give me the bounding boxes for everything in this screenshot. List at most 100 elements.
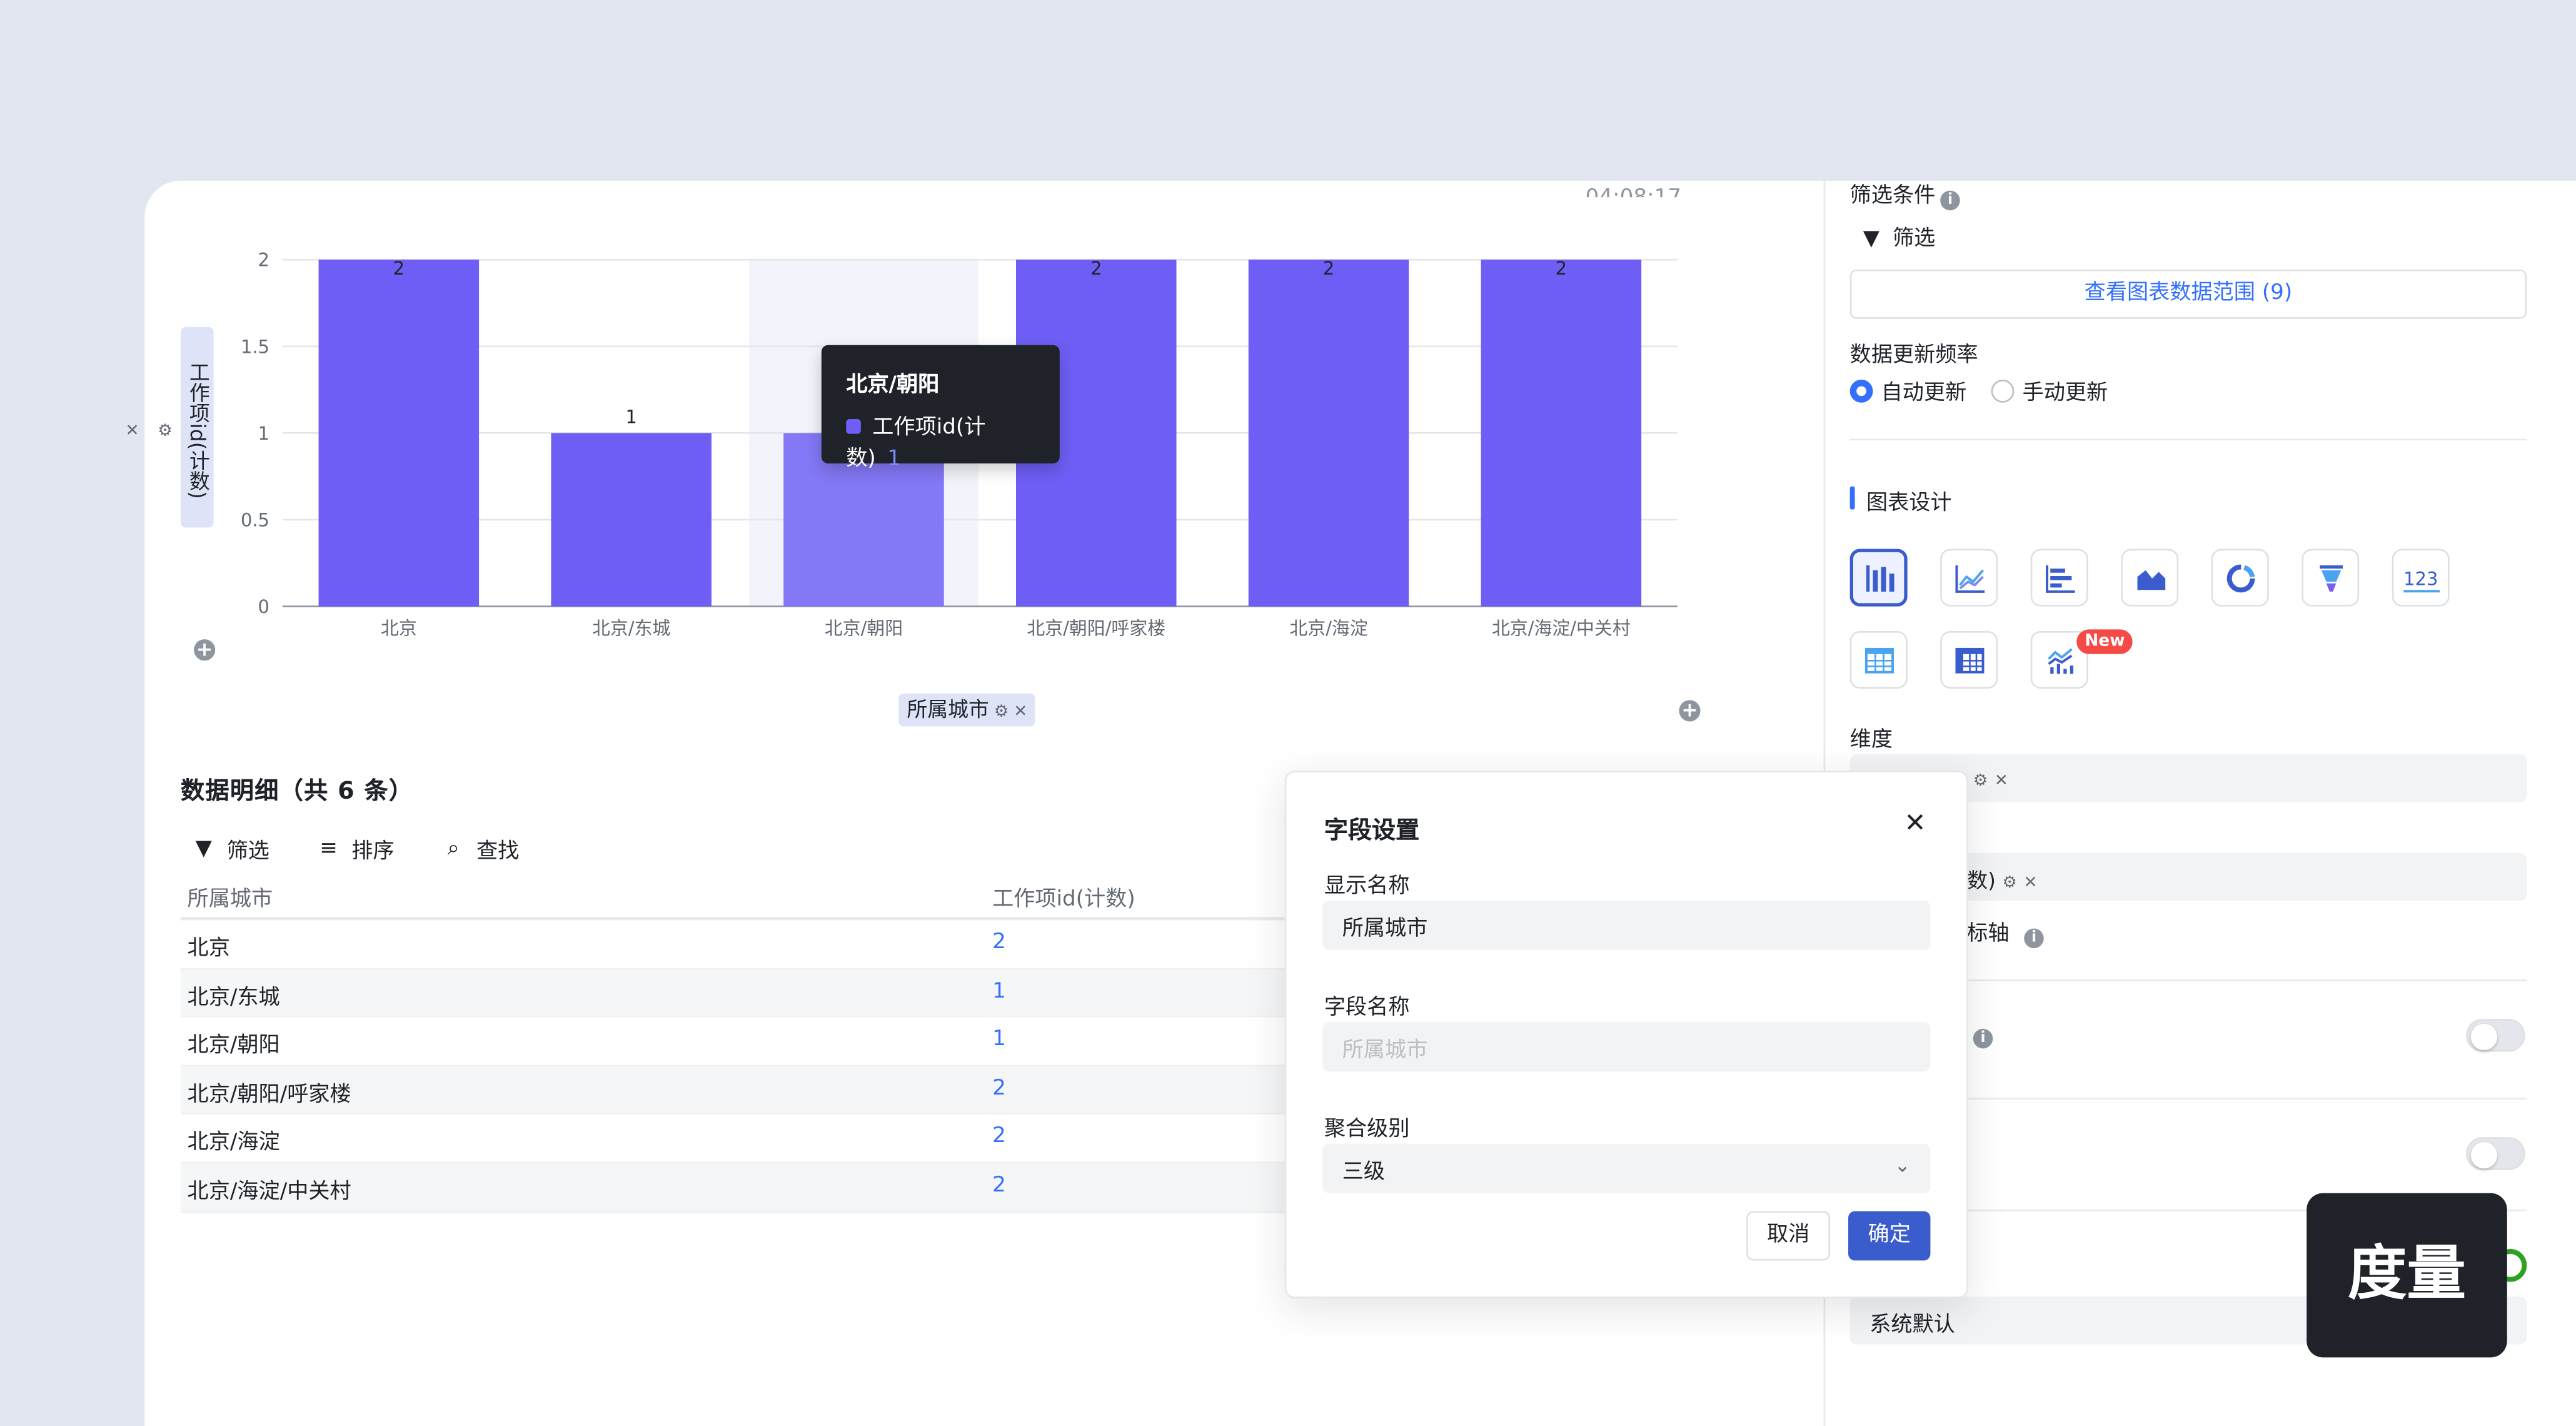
x-axis-field-chip[interactable]: 所属城市 ⚙ ✕ (898, 693, 1036, 727)
cell-count[interactable]: 2 (992, 930, 1006, 954)
gear-icon[interactable]: ⚙ (148, 333, 181, 527)
gear-icon[interactable]: ⚙ (994, 704, 1009, 722)
design-label: 图表设计 (1866, 491, 1952, 517)
x-axis-field-label: 所属城市 (907, 697, 989, 722)
gear-icon[interactable]: ⚙ (2002, 874, 2017, 893)
table-type-icon[interactable] (1849, 630, 1908, 689)
table-row[interactable]: 北京/朝阳 1 (181, 1018, 1315, 1066)
view-data-range-button[interactable]: 查看图表数据范围 (9) (1849, 269, 2527, 319)
info-icon[interactable]: i (2024, 928, 2044, 949)
cell-count[interactable]: 2 (992, 1125, 1006, 1149)
number-card-type-icon[interactable]: 123 (2392, 549, 2450, 607)
field-name-input[interactable]: 所属城市 (1322, 1022, 1931, 1072)
area-chart-type-icon[interactable] (2121, 549, 2179, 607)
filter-section-label: 筛选条件 (1849, 184, 1936, 209)
confirm-button[interactable]: 确定 (1848, 1211, 1931, 1261)
refresh-auto-label: 自动更新 (1881, 381, 1967, 407)
filter-label: 筛选 (226, 839, 269, 865)
column-header[interactable]: 所属城市 (188, 881, 273, 912)
refresh-auto-option[interactable]: 自动更新 (1849, 375, 1967, 407)
series-swatch (846, 419, 861, 434)
aggregation-select[interactable]: 三级 ⌄ (1322, 1143, 1931, 1193)
tooltip-series: 工作项id(计数) (846, 415, 986, 472)
find-label: 查找 (476, 839, 520, 865)
display-name-input[interactable]: 所属城市 (1322, 900, 1931, 950)
table-row[interactable]: 北京/海淀 2 (181, 1115, 1315, 1164)
radio-icon[interactable] (1991, 379, 2015, 403)
add-x-field-icon[interactable]: + (1679, 699, 1701, 722)
cell-count[interactable]: 2 (992, 1173, 1006, 1198)
radio-selected-icon[interactable] (1849, 379, 1873, 403)
app-root: 2025-04-17 04:08:17 21.510.502北京1北京/东城北京… (0, 0, 2576, 1426)
refresh-manual-option[interactable]: 手动更新 (1991, 375, 2108, 406)
column-header[interactable]: 工作项id(计数) (992, 881, 1135, 912)
gear-icon[interactable]: ⚙ (1973, 772, 1988, 791)
donut-chart-type-icon[interactable] (2211, 549, 2269, 607)
cell-city: 北京/朝阳 (187, 1034, 280, 1059)
svg-text:123: 123 (2403, 567, 2437, 589)
panel-filter-label: 筛选 (1892, 226, 1936, 252)
close-icon[interactable]: ✕ (1014, 704, 1027, 722)
detail-title: 数据明细（共 6 条） (181, 779, 414, 806)
data-label: 2 (1323, 258, 1334, 279)
cell-city: 北京/东城 (187, 985, 280, 1010)
dimension-label: 维度 (1849, 728, 1893, 753)
toggle-switch[interactable] (2466, 1019, 2525, 1052)
cell-count[interactable]: 1 (992, 1028, 1006, 1052)
measure-overlay: 度量 (2307, 1193, 2507, 1358)
cell-count[interactable]: 1 (992, 979, 1006, 1003)
sort-button[interactable]: ≡ 排序 (317, 833, 394, 864)
table-row[interactable]: 北京/朝阳/呼家楼 2 (181, 1066, 1315, 1115)
table-row[interactable]: 北京 2 (181, 920, 1315, 969)
bar (551, 433, 712, 607)
y-axis-field-chip[interactable]: 工作项id(计数) ⚙ ✕ (123, 326, 214, 528)
x-tick-label: 北京/朝阳/呼家楼 (1027, 617, 1165, 639)
dimension-chip-actions: ⚙ ✕ (1973, 766, 2008, 791)
close-icon[interactable]: ✕ (1995, 772, 2008, 791)
table-row[interactable]: 北京/东城 1 (181, 969, 1315, 1018)
data-label: 2 (393, 258, 405, 279)
toggle-switch[interactable] (2466, 1137, 2525, 1170)
cell-city: 北京/海淀 (187, 1131, 280, 1156)
data-label: 1 (625, 407, 636, 428)
cell-city: 北京 (187, 936, 230, 962)
info-icon[interactable]: i (1973, 1028, 1993, 1049)
filter-button[interactable]: ▼ 筛选 (192, 833, 269, 864)
y-axis-field-label: 工作项id(计数) (185, 362, 211, 500)
find-button[interactable]: ⌕ 查找 (442, 833, 520, 864)
filter-icon: ▼ (1863, 226, 1879, 252)
divider (1849, 438, 2527, 441)
funnel-chart-type-icon[interactable] (2302, 549, 2360, 607)
close-icon[interactable]: ✕ (2024, 874, 2038, 893)
cancel-button[interactable]: 取消 (1746, 1211, 1831, 1261)
line-chart-type-icon[interactable] (1940, 549, 1998, 607)
bar-chart-type-icon[interactable] (1849, 549, 1908, 607)
filter-section-title: 筛选条件 i (1850, 178, 1960, 211)
y-tick-label: 1 (258, 423, 269, 444)
axis-option: 标轴 i (1966, 916, 2044, 949)
data-label: 2 (1556, 258, 1567, 279)
cell-city: 北京/海淀/中关村 (187, 1180, 351, 1205)
cell-city: 北京/朝阳/呼家楼 (187, 1083, 351, 1108)
panel-filter-button[interactable]: ▼ 筛选 (1863, 220, 1936, 251)
pivot-table-type-icon[interactable] (1940, 630, 1998, 689)
section-accent (1849, 486, 1855, 510)
system-default-label: 系统默认 (1869, 1313, 1955, 1338)
axis-option-label: 标轴 (1966, 922, 2010, 947)
y-tick-label: 2 (258, 250, 269, 271)
x-tick-label: 北京 (381, 617, 417, 639)
horizontal-bar-type-icon[interactable] (2030, 549, 2088, 607)
detail-table: 所属城市 工作项id(计数) 北京 2 北京/东城 1 北京/朝阳 1 北京/朝阳/呼… (181, 874, 1315, 1213)
y-tick-label: 0.5 (241, 509, 269, 530)
table-header: 所属城市 工作项id(计数) (181, 874, 1315, 921)
cell-count[interactable]: 2 (992, 1076, 1006, 1101)
tooltip-value: 1 (887, 447, 901, 472)
bar (1248, 260, 1409, 607)
add-y-field-icon[interactable]: + (194, 639, 216, 661)
close-icon[interactable]: ✕ (1904, 807, 1926, 838)
table-row[interactable]: 北京/海淀/中关村 2 (181, 1163, 1315, 1213)
find-icon: ⌕ (447, 836, 460, 861)
close-icon[interactable]: ✕ (115, 333, 148, 527)
info-icon[interactable]: i (1940, 190, 1960, 211)
x-tick-label: 北京/海淀/中关村 (1492, 617, 1631, 639)
